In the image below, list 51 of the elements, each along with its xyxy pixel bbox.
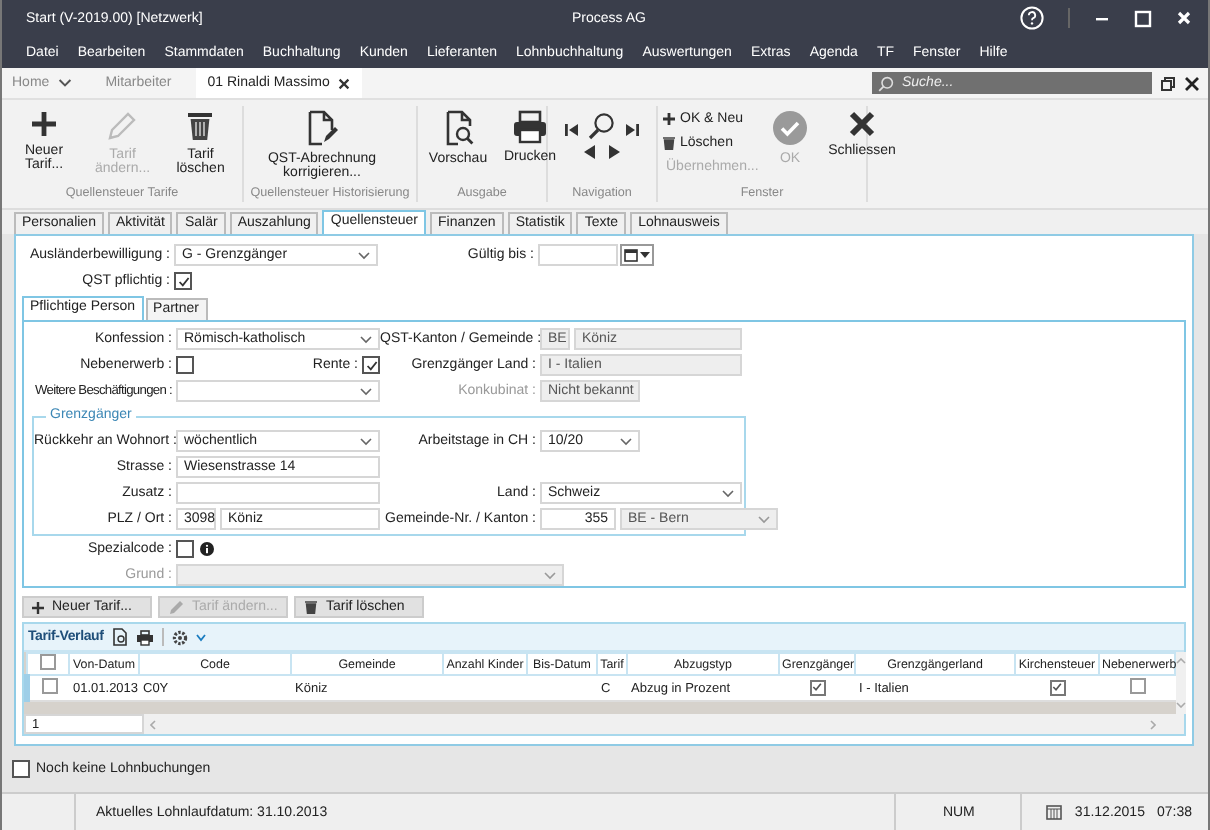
restore-icon[interactable] xyxy=(1160,75,1176,91)
chevron-icon xyxy=(722,489,734,497)
close-icon[interactable] xyxy=(1184,75,1200,91)
info-icon[interactable] xyxy=(200,542,214,556)
next-icon[interactable] xyxy=(606,144,622,160)
trash-icon xyxy=(304,600,318,614)
pencil-icon xyxy=(106,110,139,142)
chevron-icon[interactable] xyxy=(195,633,206,641)
checkbox[interactable] xyxy=(362,356,380,374)
chevron-icon xyxy=(620,437,632,445)
first-icon[interactable] xyxy=(564,122,580,138)
chevron-icon xyxy=(358,251,370,259)
plus-icon xyxy=(30,110,58,138)
checkbox[interactable] xyxy=(176,540,194,558)
chevron-icon xyxy=(360,335,372,343)
document-pen-icon xyxy=(306,110,338,146)
select-all-checkbox[interactable] xyxy=(40,654,56,670)
search-icon[interactable] xyxy=(588,112,616,140)
checkbox[interactable] xyxy=(176,356,194,374)
chevron-icon xyxy=(360,387,372,395)
maximize-icon[interactable] xyxy=(1134,9,1152,27)
chevron-icon xyxy=(544,571,556,579)
close-icon[interactable] xyxy=(337,77,350,89)
checkbox[interactable] xyxy=(174,272,192,290)
help-icon[interactable] xyxy=(1020,6,1044,30)
chevron-icon xyxy=(758,515,770,523)
plus-icon xyxy=(662,111,676,125)
trash-icon xyxy=(662,135,676,149)
preview-icon[interactable] xyxy=(111,628,128,646)
calendar-icon xyxy=(1046,804,1063,820)
checkbox[interactable] xyxy=(12,760,30,778)
calendar-icon xyxy=(624,248,638,262)
gear-icon[interactable] xyxy=(171,629,188,645)
last-icon[interactable] xyxy=(624,122,640,138)
document-search-icon xyxy=(443,110,473,146)
caret-icon xyxy=(640,252,650,258)
date-field[interactable] xyxy=(538,244,618,266)
close-icon xyxy=(848,110,876,138)
trash-icon xyxy=(186,110,215,142)
printer-icon[interactable] xyxy=(135,629,154,645)
previous-icon[interactable] xyxy=(582,144,598,160)
plus-icon xyxy=(32,601,44,613)
calendar-button[interactable] xyxy=(620,244,654,266)
chevron-icon xyxy=(360,437,372,445)
pencil-icon xyxy=(168,599,184,615)
printer-icon xyxy=(512,110,548,144)
addition-field[interactable] xyxy=(176,482,380,504)
check-circle-icon xyxy=(772,110,808,146)
row-checkbox[interactable] xyxy=(41,678,58,694)
search-icon xyxy=(878,75,894,91)
caret-icon xyxy=(57,78,72,88)
